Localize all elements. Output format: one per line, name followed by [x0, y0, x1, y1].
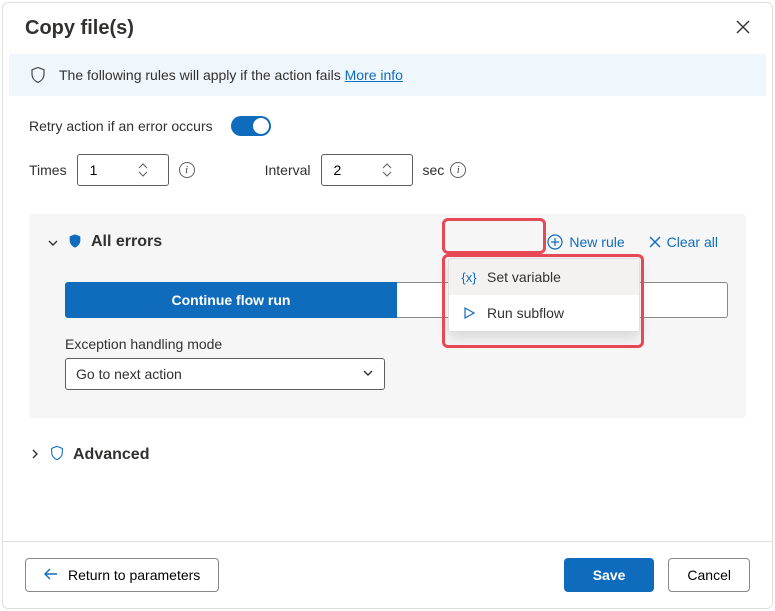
info-bar: The following rules will apply if the ac…	[9, 54, 766, 96]
info-icon[interactable]: i	[450, 162, 466, 178]
mode-label: Exception handling mode	[65, 336, 728, 352]
chevron-right-icon	[29, 447, 41, 463]
close-button[interactable]	[736, 20, 750, 37]
plus-circle-icon	[547, 234, 563, 250]
interval-input[interactable]	[332, 161, 382, 179]
retry-toggle[interactable]	[231, 116, 271, 136]
all-errors-header[interactable]: All errors	[47, 232, 162, 253]
times-spinner[interactable]	[138, 162, 148, 178]
chevron-down-icon	[382, 170, 392, 178]
times-input[interactable]	[88, 161, 138, 179]
info-text: The following rules will apply if the ac…	[59, 67, 403, 83]
play-icon	[461, 305, 477, 321]
advanced-label: Advanced	[73, 446, 149, 464]
mode-value: Go to next action	[76, 366, 182, 382]
panel-header: All errors New rule Clear all	[47, 228, 728, 256]
all-errors-label: All errors	[91, 233, 162, 251]
chevron-up-icon	[382, 162, 392, 170]
return-to-parameters-button[interactable]: Return to parameters	[25, 558, 219, 592]
shield-icon	[29, 66, 47, 84]
advanced-header[interactable]: Advanced	[29, 444, 746, 465]
dialog: Copy file(s) The following rules will ap…	[2, 2, 773, 609]
retry-label: Retry action if an error occurs	[29, 118, 213, 134]
new-rule-menu: {x} Set variable Run subflow	[448, 258, 640, 332]
save-button[interactable]: Save	[564, 558, 655, 592]
interval-spinner[interactable]	[382, 162, 392, 178]
times-stepper[interactable]	[77, 154, 169, 186]
dialog-title: Copy file(s)	[25, 17, 134, 40]
chevron-up-icon	[138, 162, 148, 170]
cancel-button[interactable]: Cancel	[668, 558, 750, 592]
errors-panel: All errors New rule Clear all Continue f…	[29, 214, 746, 418]
times-label: Times	[29, 162, 67, 178]
dialog-footer: Return to parameters Save Cancel	[3, 541, 772, 608]
x-icon	[649, 236, 661, 248]
retry-row: Retry action if an error occurs	[29, 116, 746, 136]
menu-item-run-subflow[interactable]: Run subflow	[449, 295, 639, 331]
braces-icon: {x}	[461, 269, 477, 285]
close-icon	[736, 20, 750, 34]
chevron-down-icon	[138, 170, 148, 178]
toggle-knob-icon	[253, 118, 269, 134]
new-rule-button[interactable]: New rule	[537, 228, 634, 256]
retry-numbers-row: Times i Interval seci	[29, 154, 746, 186]
menu-item-set-variable[interactable]: {x} Set variable	[449, 259, 639, 295]
arrow-left-icon	[44, 567, 58, 583]
chevron-down-icon	[362, 366, 374, 382]
interval-unit: sec	[423, 162, 445, 178]
shield-outline-icon	[49, 444, 65, 465]
clear-all-button[interactable]: Clear all	[639, 228, 728, 256]
dialog-header: Copy file(s)	[3, 3, 772, 50]
interval-label: Interval	[265, 162, 311, 178]
dialog-body: Retry action if an error occurs Times i …	[3, 96, 772, 541]
interval-stepper[interactable]	[321, 154, 413, 186]
mode-select[interactable]: Go to next action	[65, 358, 385, 390]
chevron-down-icon	[47, 236, 59, 248]
continue-flow-run-button[interactable]: Continue flow run	[65, 282, 397, 318]
info-icon[interactable]: i	[179, 162, 195, 178]
more-info-link[interactable]: More info	[345, 67, 403, 83]
shield-filled-icon	[67, 232, 83, 253]
